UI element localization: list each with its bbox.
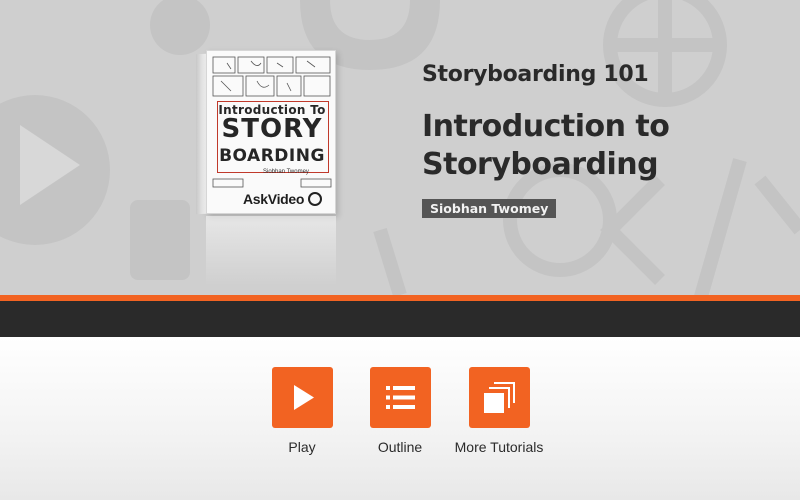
list-icon [385,386,415,409]
more-tutorials-action: More Tutorials [444,367,554,455]
askvideo-logo: AskVideo [243,191,305,207]
box-author: Siobhan Twomey [263,169,309,175]
stacked-pages-icon [483,382,515,413]
box-reflection [206,216,336,286]
play-button[interactable] [271,367,333,428]
play-icon [293,385,314,410]
box-title-line2: STORY [221,114,323,144]
series-title: Storyboarding 101 [422,62,649,87]
box-side [196,53,206,215]
course-title-line2: Storyboarding [422,147,659,182]
course-title: Introduction to Storyboarding [422,108,792,184]
box-cover: Introduction To STORY BOARDING Siobhan T… [206,50,336,214]
more-tutorials-label[interactable]: More Tutorials [444,439,554,455]
outline-button[interactable] [369,367,431,428]
author-badge: Siobhan Twomey [422,199,557,218]
dark-band [0,301,800,337]
hero-banner: Introduction To STORY BOARDING Siobhan T… [0,0,800,295]
more-tutorials-button[interactable] [468,367,530,428]
box-title-line3: BOARDING [219,146,325,166]
play-action: Play [247,367,357,455]
askvideo-logo-icon [308,192,322,206]
product-box-art: Introduction To STORY BOARDING Siobhan T… [196,46,340,286]
outline-action: Outline [345,367,455,455]
outline-label[interactable]: Outline [345,439,455,455]
play-label[interactable]: Play [247,439,357,455]
course-title-line1: Introduction to [422,109,670,144]
